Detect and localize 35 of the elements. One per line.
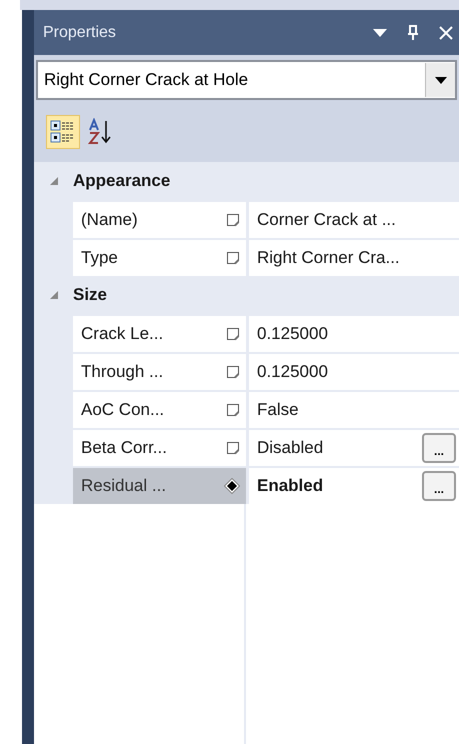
close-icon[interactable]: [439, 26, 453, 40]
object-selector[interactable]: Right Corner Crack at Hole: [36, 60, 457, 100]
expanded-triangle-icon: [48, 290, 58, 300]
dropdown-arrow-icon: [434, 76, 446, 84]
diamond-icon: [224, 478, 240, 494]
property-name-cell[interactable]: Beta Corr...: [73, 430, 246, 466]
category-header[interactable]: Appearance: [34, 162, 459, 200]
property-value: Disabled: [257, 437, 324, 460]
categorized-button[interactable]: [46, 115, 80, 149]
page-icon: [226, 403, 240, 417]
page-icon: [226, 441, 240, 455]
property-value: Corner Crack at ...: [257, 209, 397, 232]
page-icon: [226, 251, 240, 265]
property-value: False: [257, 399, 300, 422]
property-value: 0.125000: [257, 323, 329, 346]
property-name-cell[interactable]: Through ...: [73, 354, 246, 390]
property-name-cell[interactable]: AoC Con...: [73, 392, 246, 428]
property-value: Enabled: [257, 475, 324, 498]
property-name-cell[interactable]: Residual ...: [73, 468, 246, 504]
property-value: Right Corner Cra...: [257, 247, 401, 270]
property-name-cell[interactable]: Type: [73, 240, 246, 276]
ellipsis-button[interactable]: ...: [422, 433, 456, 463]
page-icon: [226, 327, 240, 341]
expanded-triangle-icon: [48, 176, 58, 186]
panel-title: Properties: [43, 22, 117, 42]
dropdown-icon[interactable]: [373, 28, 387, 36]
pin-icon[interactable]: [407, 24, 419, 40]
property-name-cell[interactable]: (Name): [73, 202, 246, 238]
ellipsis-button[interactable]: ...: [422, 471, 456, 501]
property-name-cell[interactable]: Crack Le...: [73, 316, 246, 352]
category-header[interactable]: Size: [34, 276, 459, 314]
categorized-icon: [50, 119, 76, 145]
page-icon: [226, 365, 240, 379]
property-value: 0.125000: [257, 361, 329, 384]
page-icon: [226, 213, 240, 227]
